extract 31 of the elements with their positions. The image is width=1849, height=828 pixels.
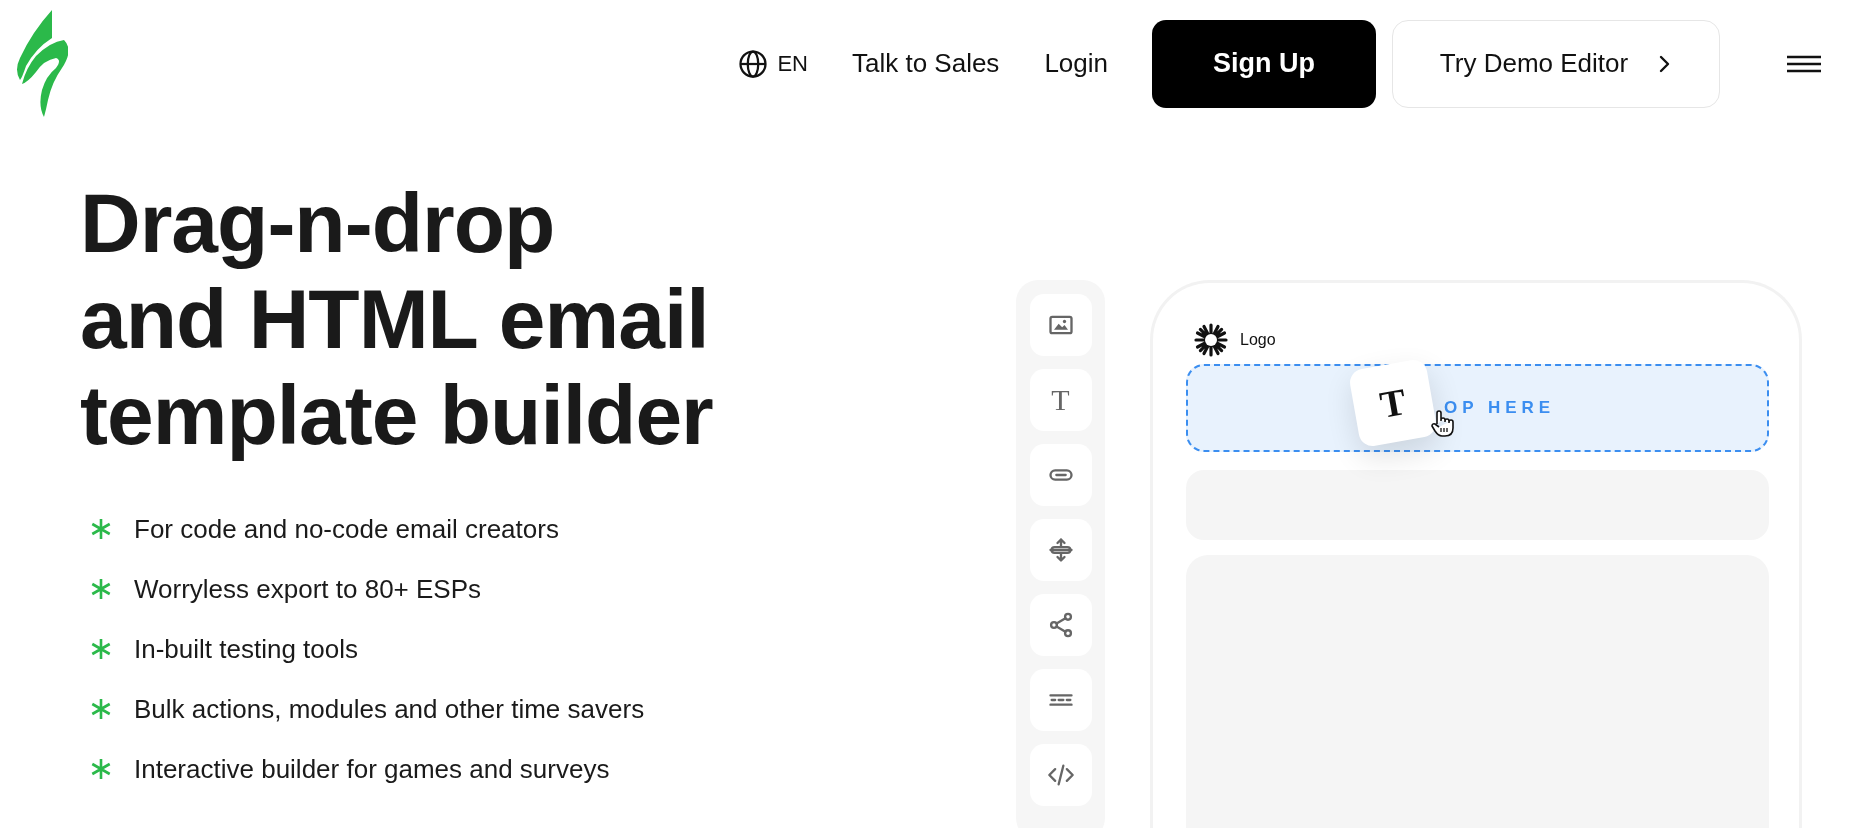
block-tile[interactable]	[1029, 744, 1092, 806]
asterisk-icon	[90, 758, 112, 780]
sunburst-icon	[1194, 323, 1228, 357]
block-tile[interactable]	[1029, 519, 1092, 581]
sign-up-button[interactable]: Sign Up	[1152, 19, 1376, 108]
logo-placeholder-text: Logo	[1240, 331, 1276, 349]
asterisk-icon	[90, 638, 112, 660]
menu-button[interactable]	[1786, 53, 1822, 74]
drop-zone-text: OP HERE	[1444, 398, 1556, 418]
block-tile[interactable]	[1029, 444, 1092, 506]
text-icon: T	[1051, 385, 1070, 415]
globe-icon	[738, 48, 769, 79]
feature-text: Interactive builder for games and surveys	[134, 753, 610, 785]
language-link[interactable]: EN	[738, 48, 808, 79]
block-tile[interactable]: T	[1029, 369, 1092, 431]
headline: Drag-n-drop and HTML email template builder	[80, 175, 714, 463]
spacer-icon	[1046, 536, 1075, 564]
block-tile[interactable]	[1029, 669, 1092, 731]
block-tile[interactable]	[1029, 594, 1092, 656]
block-tile[interactable]	[1029, 294, 1092, 356]
asterisk-icon	[90, 698, 112, 720]
feature-text: In-built testing tools	[134, 633, 358, 665]
asterisk-icon	[90, 518, 112, 540]
menu-icon	[1786, 53, 1822, 74]
asterisk-icon	[90, 578, 112, 600]
feature-text: Bulk actions, modules and other time savers	[134, 693, 645, 725]
nav-link[interactable]: Talk to Sales	[851, 48, 1000, 79]
demo-editor-button[interactable]: Try Demo Editor	[1392, 19, 1720, 108]
feature-text: For code and no-code email creators	[134, 513, 559, 545]
nav-link[interactable]: Login	[1044, 48, 1108, 79]
feature-text: Worryless export to 80+ ESPs	[134, 573, 482, 605]
